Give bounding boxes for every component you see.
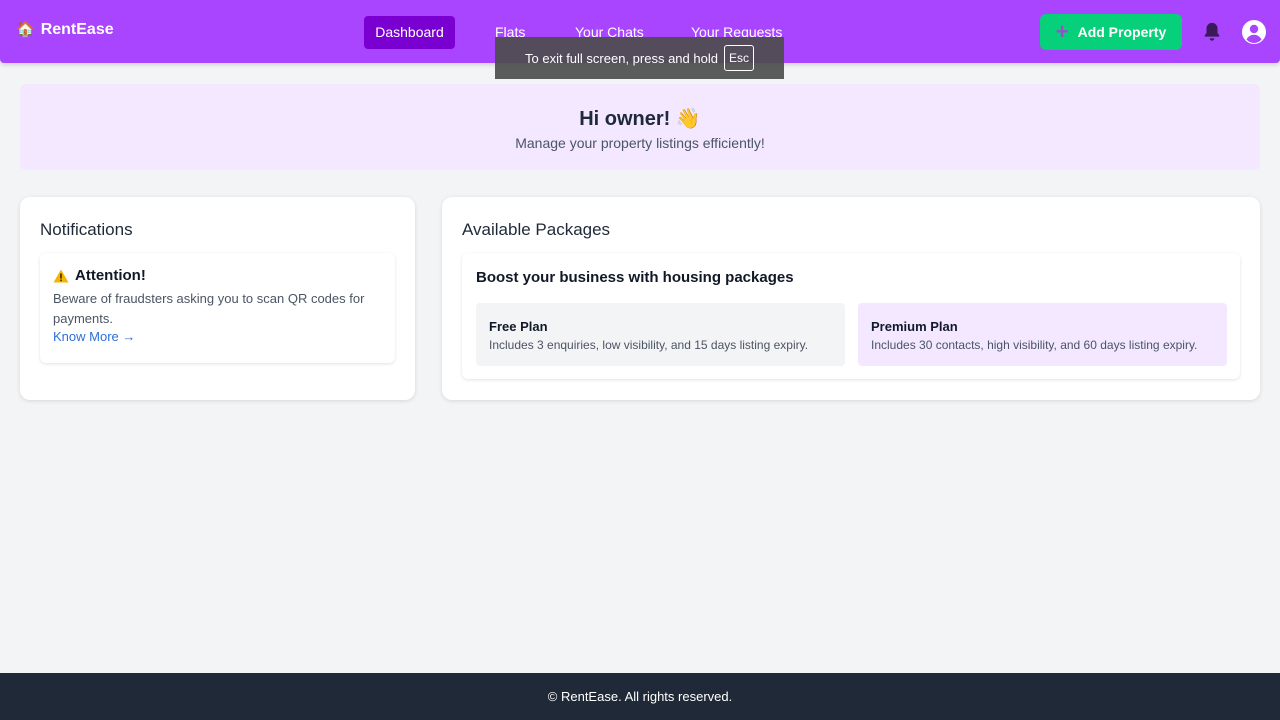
plan-description: Includes 30 contacts, high visibility, a…: [871, 338, 1198, 352]
attention-alert: Attention! Beware of fraudsters asking y…: [40, 253, 395, 363]
plan-free[interactable]: Free Plan Includes 3 enquiries, low visi…: [476, 303, 845, 366]
plan-description: Includes 3 enquiries, low visibility, an…: [489, 338, 809, 352]
know-more-link[interactable]: Know More →: [53, 329, 382, 344]
brand-logo[interactable]: 🏠 RentEase: [16, 21, 114, 39]
packages-box: Boost your business with housing package…: [462, 253, 1240, 379]
packages-title: Available Packages: [462, 220, 611, 239]
alert-text: Beware of fraudsters asking you to scan …: [53, 291, 365, 326]
footer-text: © RentEase. All rights reserved.: [547, 689, 733, 704]
user-icon[interactable]: [1241, 19, 1267, 45]
footer: © RentEase. All rights reserved.: [0, 673, 1280, 720]
brand-name: RentEase: [40, 21, 114, 38]
add-property-label: Add Property: [1077, 24, 1167, 40]
notifications-card: Notifications Attention! Beware of fraud…: [20, 197, 415, 400]
notifications-title: Notifications: [40, 220, 133, 239]
fullscreen-exit-notice: To exit full screen, press and hold Esc: [495, 37, 784, 79]
welcome-banner: Hi owner! 👋 Manage your property listing…: [20, 84, 1260, 170]
add-property-button[interactable]: + Add Property: [1040, 14, 1182, 50]
house-icon: 🏠: [16, 21, 35, 38]
alert-title: Attention!: [75, 267, 146, 284]
bell-icon[interactable]: [1201, 20, 1223, 44]
packages-subtitle: Boost your business with housing package…: [476, 269, 794, 286]
fullscreen-notice-text: To exit full screen, press and hold: [525, 50, 718, 66]
plan-name: Free Plan: [489, 319, 548, 334]
plus-icon: +: [1055, 19, 1069, 44]
esc-key: Esc: [723, 45, 754, 71]
nav-dashboard[interactable]: Dashboard: [364, 16, 455, 49]
packages-card: Available Packages Boost your business w…: [442, 197, 1260, 400]
plan-premium[interactable]: Premium Plan Includes 30 contacts, high …: [858, 303, 1227, 366]
welcome-subtitle: Manage your property listings efficientl…: [515, 135, 765, 151]
welcome-title: Hi owner! 👋: [579, 108, 701, 130]
plan-name: Premium Plan: [871, 319, 958, 334]
warning-icon: [53, 269, 69, 282]
